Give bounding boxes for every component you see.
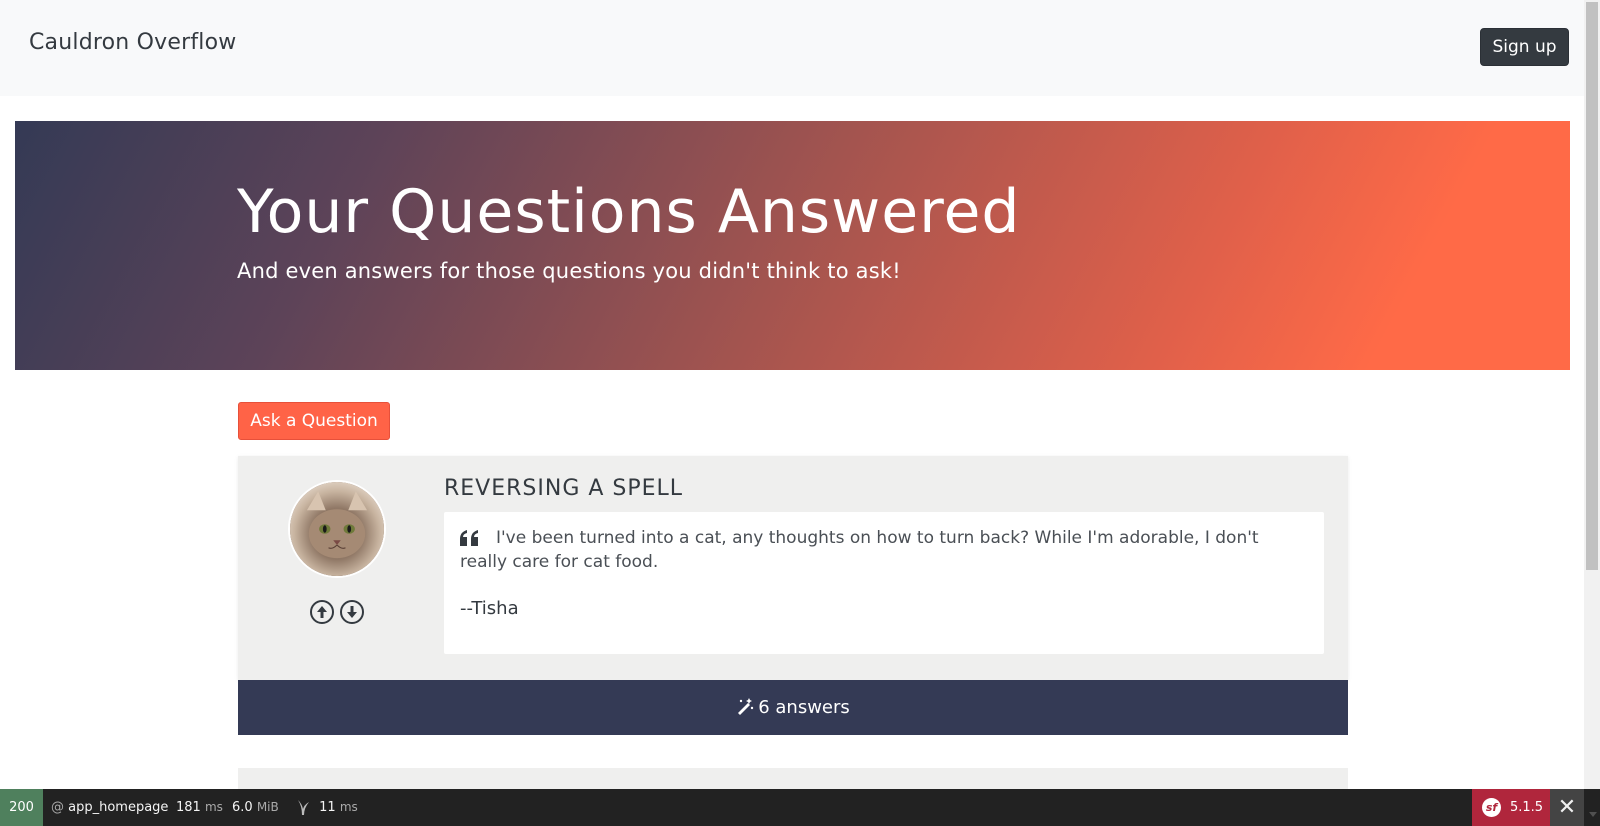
hero-title: Your Questions Answered bbox=[237, 177, 1021, 247]
route-name: app_homepage bbox=[68, 800, 169, 815]
author-avatar bbox=[288, 480, 386, 578]
vote-controls bbox=[310, 600, 370, 626]
time-value: 181 bbox=[176, 800, 201, 815]
twig-time[interactable]: 11 ms bbox=[295, 789, 358, 826]
brand-link[interactable]: Cauldron Overflow bbox=[29, 30, 236, 55]
version-number: 5.1.5 bbox=[1510, 800, 1544, 815]
question-card: Reversing a Spell I've been turned into … bbox=[238, 456, 1348, 680]
hero-subtitle: And even answers for those questions you… bbox=[237, 259, 901, 283]
time-unit: ms bbox=[204, 800, 223, 814]
route-info[interactable]: @ app_homepage bbox=[51, 789, 168, 826]
twig-unit: ms bbox=[339, 800, 358, 814]
ask-question-button[interactable]: Ask a Question bbox=[238, 402, 390, 440]
twig-value: 11 bbox=[319, 800, 336, 815]
wand-icon bbox=[738, 698, 754, 715]
memory-usage[interactable]: 6.0 MiB bbox=[232, 789, 279, 826]
scrollbar-thumb[interactable] bbox=[1586, 2, 1598, 570]
memory-value: 6.0 bbox=[232, 800, 253, 815]
request-time[interactable]: 181 ms bbox=[176, 789, 223, 826]
answers-link[interactable]: 6 answers bbox=[238, 680, 1348, 735]
top-navbar: Cauldron Overflow Sign up bbox=[0, 0, 1584, 96]
hero-banner: Your Questions Answered And even answers… bbox=[15, 121, 1570, 370]
question-title[interactable]: Reversing a Spell bbox=[444, 476, 683, 501]
next-question-card bbox=[238, 768, 1348, 789]
upvote-icon[interactable] bbox=[310, 600, 334, 624]
symfony-logo-icon: sf bbox=[1482, 798, 1501, 817]
signup-button[interactable]: Sign up bbox=[1480, 28, 1569, 66]
question-body: I've been turned into a cat, any thought… bbox=[444, 512, 1324, 654]
answers-count: 6 answers bbox=[758, 697, 850, 718]
symfony-version[interactable]: sf 5.1.5 bbox=[1472, 789, 1550, 826]
downvote-icon[interactable] bbox=[340, 600, 364, 624]
twig-icon bbox=[298, 800, 309, 815]
status-badge[interactable]: 200 bbox=[0, 789, 43, 826]
scroll-down-arrow[interactable] bbox=[1589, 812, 1597, 817]
question-text: I've been turned into a cat, any thought… bbox=[460, 528, 1259, 572]
close-icon[interactable]: ✕ bbox=[1550, 789, 1584, 826]
route-prefix: @ bbox=[51, 800, 64, 815]
debug-toolbar: 200 @ app_homepage 181 ms 6.0 MiB 11 ms … bbox=[0, 789, 1600, 826]
memory-unit: MiB bbox=[256, 800, 279, 814]
question-author: --Tisha bbox=[460, 598, 519, 619]
